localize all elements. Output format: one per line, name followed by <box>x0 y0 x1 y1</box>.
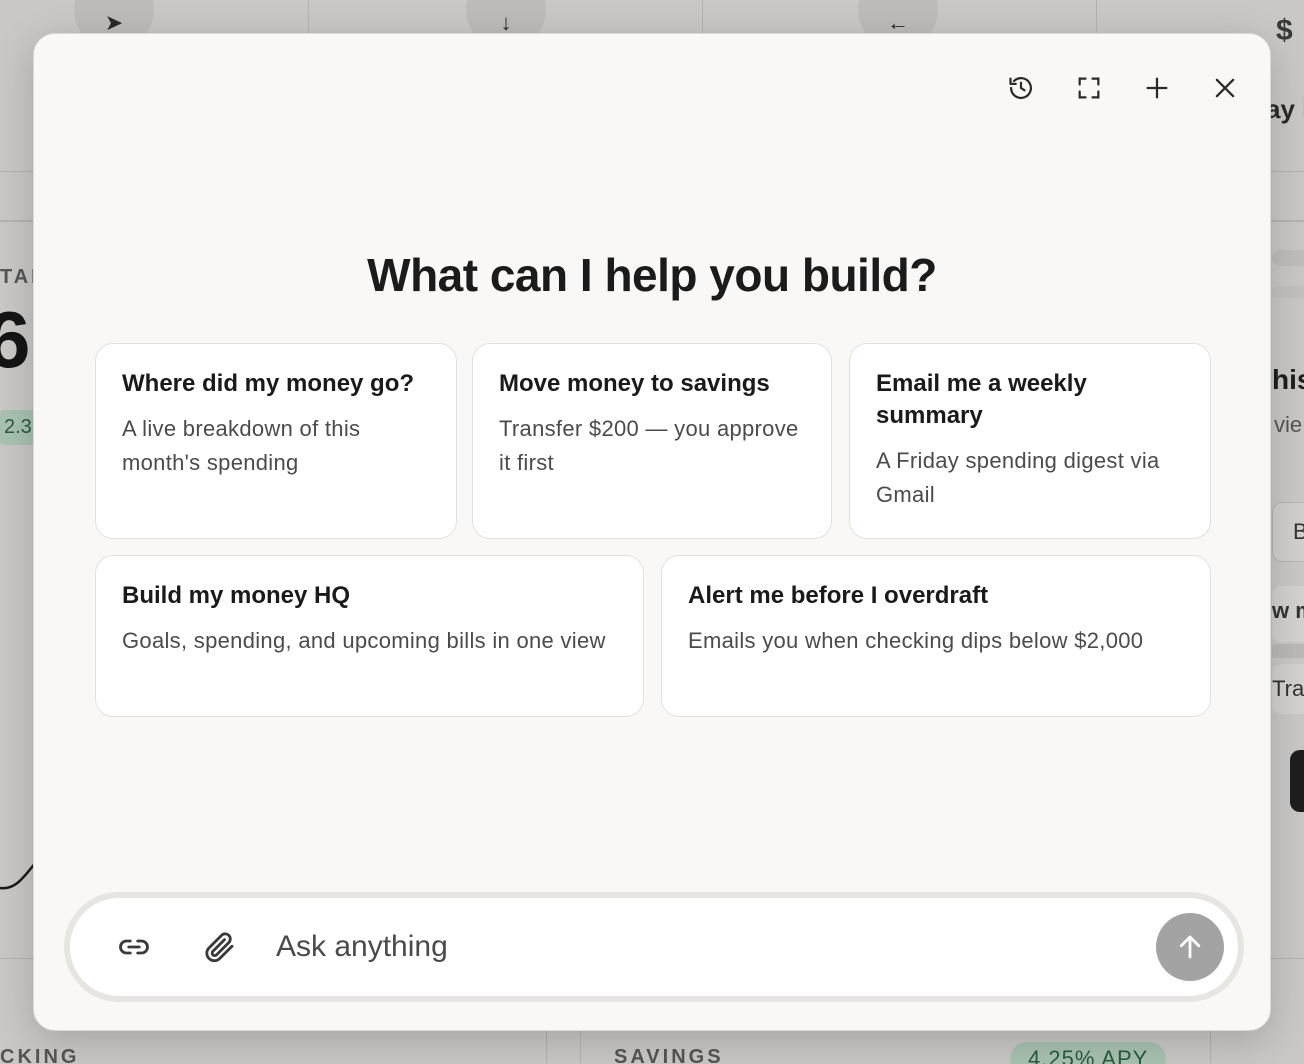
send-button[interactable] <box>1156 913 1224 981</box>
history-button[interactable] <box>994 66 1048 110</box>
suggestion-title: Alert me before I overdraft <box>688 582 989 609</box>
suggestion-description: Emails you when checking dips below $2,0… <box>688 628 1144 653</box>
close-button[interactable] <box>1198 66 1252 110</box>
attach-button[interactable] <box>198 925 242 969</box>
background-checking-label: CKING <box>0 1046 80 1064</box>
divider <box>546 1030 547 1064</box>
suggestion-card[interactable]: Build my money HQ Goals, spending, and u… <box>95 555 644 717</box>
divider <box>1210 1030 1211 1064</box>
divider <box>580 1030 581 1064</box>
bill-icon: $ <box>1276 14 1293 47</box>
suggestion-card[interactable]: Move money to savings Transfer $200 — yo… <box>472 343 832 539</box>
background-bar <box>1272 286 1304 298</box>
suggestion-description: Transfer $200 — you approve it first <box>499 416 799 475</box>
background-row-label: w m <box>1272 598 1304 623</box>
expand-icon <box>1078 77 1100 99</box>
assistant-modal: What can I help you build? Where did my … <box>33 33 1271 1031</box>
background-row-label: Tra <box>1272 676 1304 701</box>
background-top-right-text: ay l <box>1266 94 1304 124</box>
background-row: Tra <box>1272 664 1304 714</box>
background-pill: B <box>1272 502 1304 562</box>
new-chat-button[interactable] <box>1130 66 1184 110</box>
suggestion-card[interactable]: Email me a weekly summary A Friday spend… <box>849 343 1211 539</box>
background-right-heading: his <box>1272 364 1304 395</box>
chat-composer <box>64 892 1244 1002</box>
suggestion-card[interactable]: Alert me before I overdraft Emails you w… <box>661 555 1211 717</box>
fullscreen-button[interactable] <box>1062 66 1116 110</box>
background-pill-label: B <box>1293 519 1304 544</box>
background-divider <box>1272 644 1304 658</box>
link-button[interactable] <box>112 925 156 969</box>
background-right-sub: vie <box>1274 412 1303 437</box>
background-apy-badge: 4.25% APY <box>1010 1042 1167 1064</box>
suggestion-description: Goals, spending, and upcoming bills in o… <box>122 628 606 653</box>
modal-toolbar <box>994 66 1252 110</box>
page-title: What can I help you build? <box>367 249 937 301</box>
suggestion-description: A live breakdown of this month's spendin… <box>122 416 361 475</box>
composer-field <box>70 898 1238 996</box>
link-icon <box>119 939 149 955</box>
background-change-chip: 2.3 <box>0 410 36 445</box>
arrow-up-icon <box>1179 935 1201 959</box>
paperclip-icon <box>205 932 234 963</box>
suggestion-title: Email me a weekly summary <box>876 370 1087 429</box>
suggestion-title: Build my money HQ <box>122 582 351 609</box>
history-icon <box>1009 77 1033 100</box>
suggestion-description: A Friday spending digest via Gmail <box>876 448 1160 507</box>
suggestion-title: Where did my money go? <box>122 370 415 397</box>
background-dark-button <box>1290 750 1304 812</box>
plus-icon <box>1146 77 1168 99</box>
background-row: w m <box>1272 586 1304 642</box>
background-savings-label: SAVINGS <box>614 1046 724 1064</box>
ask-input[interactable] <box>276 922 1136 972</box>
suggestion-title: Move money to savings <box>499 370 770 397</box>
close-icon <box>1215 78 1235 98</box>
background-bar <box>1272 250 1304 266</box>
suggestion-card[interactable]: Where did my money go? A live breakdown … <box>95 343 457 539</box>
